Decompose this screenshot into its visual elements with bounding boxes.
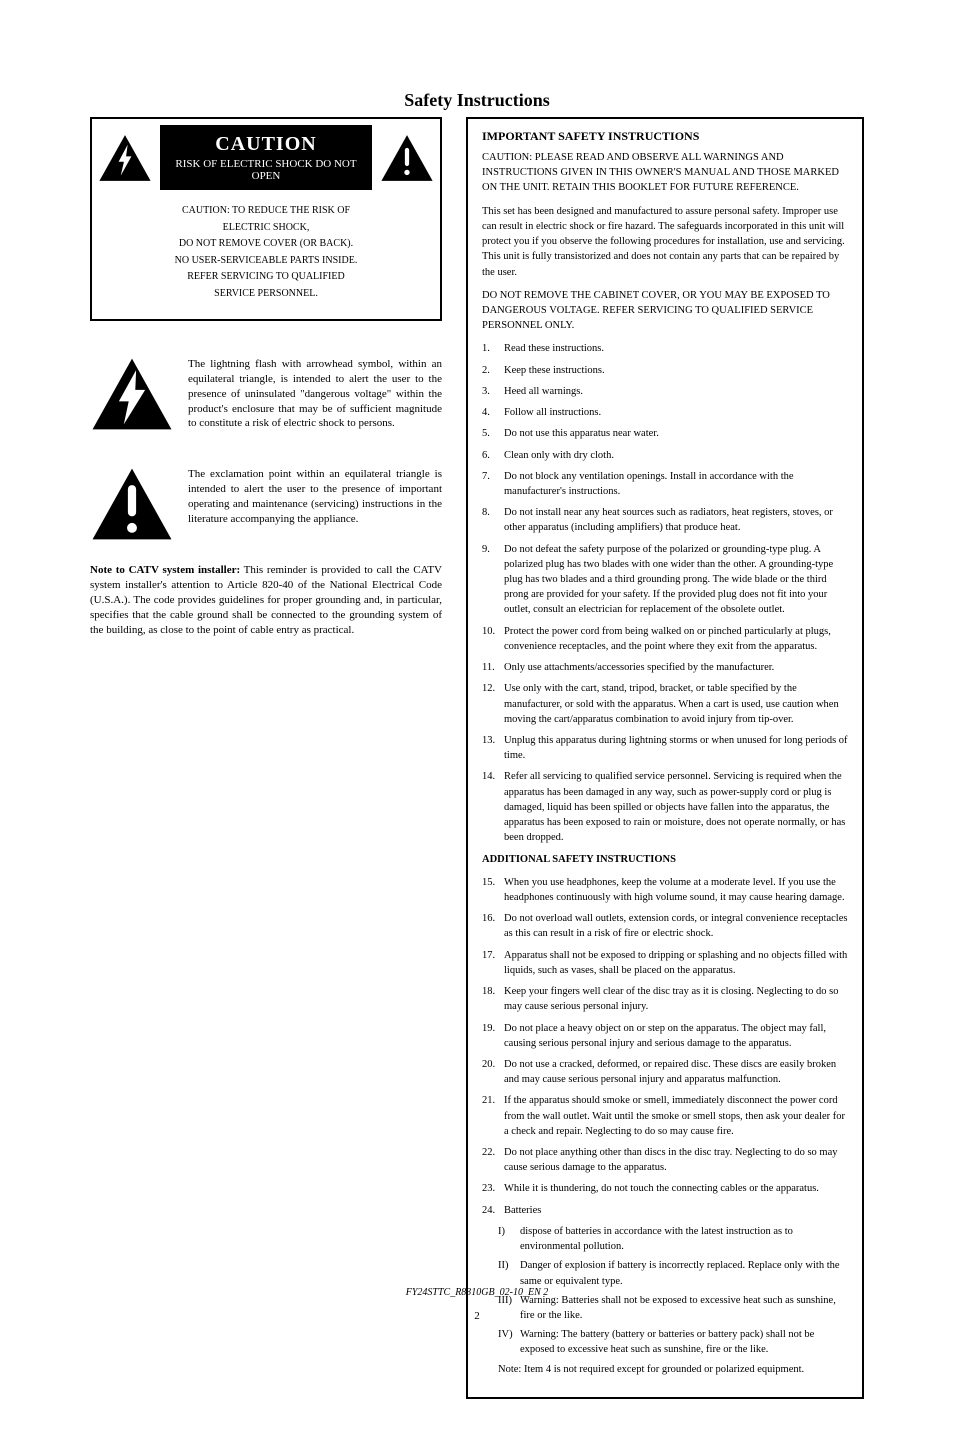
footer-page-number: 2 [0,1310,954,1322]
do-not-disassemble-paragraph: DO NOT REMOVE THE CABINET COVER, OR YOU … [482,288,848,334]
caution-body-text: CAUTION: TO REDUCE THE RISK OF ELECTRIC … [92,194,440,319]
instruction-item: 22.Do not place anything other than disc… [482,1145,848,1175]
instruction-item: 16.Do not overload wall outlets, extensi… [482,911,848,941]
instruction-item: 12.Use only with the cart, stand, tripod… [482,681,848,727]
instruction-subitem: II)Danger of explosion if battery is inc… [498,1258,848,1288]
instruction-item: 6.Clean only with dry cloth. [482,448,848,463]
exclamation-triangle-icon [380,134,434,182]
lightning-bolt-triangle-icon [90,357,174,431]
instruction-item: 5.Do not use this apparatus near water. [482,426,848,441]
catv-installer-note: Note to CATV system installer: This remi… [90,563,442,637]
caution-label-box: CAUTION RISK OF ELECTRIC SHOCK DO NOT OP… [90,117,442,321]
lightning-bolt-triangle-icon [98,134,152,182]
instruction-subitem: IV)Warning: The battery (battery or batt… [498,1327,848,1357]
instruction-item: 18.Keep your fingers well clear of the d… [482,984,848,1014]
instruction-item: 15.When you use headphones, keep the vol… [482,875,848,905]
instruction-subitem: I)dispose of batteries in accordance wit… [498,1224,848,1254]
instruction-item: 11.Only use attachments/accessories spec… [482,660,848,675]
instruction-item: 3.Heed all warnings. [482,384,848,399]
instruction-item: 1.Read these instructions. [482,341,848,356]
instruction-item: 23.While it is thundering, do not touch … [482,1181,848,1196]
page-heading: Safety Instructions [90,90,864,111]
important-safety-instructions-box: IMPORTANT SAFETY INSTRUCTIONS CAUTION: P… [466,117,864,1399]
instruction-item: 4.Follow all instructions. [482,405,848,420]
caution-black-label: CAUTION RISK OF ELECTRIC SHOCK DO NOT OP… [160,125,372,190]
lightning-symbol-explanation: The lightning flash with arrowhead symbo… [188,357,442,431]
instruction-item: 20.Do not use a cracked, deformed, or re… [482,1057,848,1087]
safety-box-title: IMPORTANT SAFETY INSTRUCTIONS [482,129,848,144]
safety-intro-paragraph: This set has been designed and manufactu… [482,204,848,280]
instruction-item: 13.Unplug this apparatus during lightnin… [482,733,848,763]
exclamation-triangle-icon [90,467,174,541]
footer-doc-id: FY24STTC_R8310GB_02-10_EN 2 [0,1287,954,1298]
safety-caution-paragraph: CAUTION: PLEASE READ AND OBSERVE ALL WAR… [482,150,848,196]
instruction-item: 10.Protect the power cord from being wal… [482,624,848,654]
instruction-item: 7.Do not block any ventilation openings.… [482,469,848,499]
caution-subtitle: RISK OF ELECTRIC SHOCK DO NOT OPEN [164,158,368,182]
additional-safety-heading: ADDITIONAL SAFETY INSTRUCTIONS [482,852,848,867]
instruction-item: 14.Refer all servicing to qualified serv… [482,769,848,845]
instruction-item: 8.Do not install near any heat sources s… [482,505,848,535]
instruction-item: 24.Batteries [482,1203,848,1218]
instruction-item: 21.If the apparatus should smoke or smel… [482,1093,848,1139]
instruction-item: 19.Do not place a heavy object on or ste… [482,1021,848,1051]
instruction-item: 17.Apparatus shall not be exposed to dri… [482,948,848,978]
item4-note: Note: Item 4 is not required except for … [498,1362,848,1377]
instruction-item: 9.Do not defeat the safety purpose of th… [482,542,848,618]
caution-title: CAUTION [164,133,368,156]
exclamation-symbol-explanation: The exclamation point within an equilate… [188,467,442,541]
instruction-item: 2.Keep these instructions. [482,363,848,378]
